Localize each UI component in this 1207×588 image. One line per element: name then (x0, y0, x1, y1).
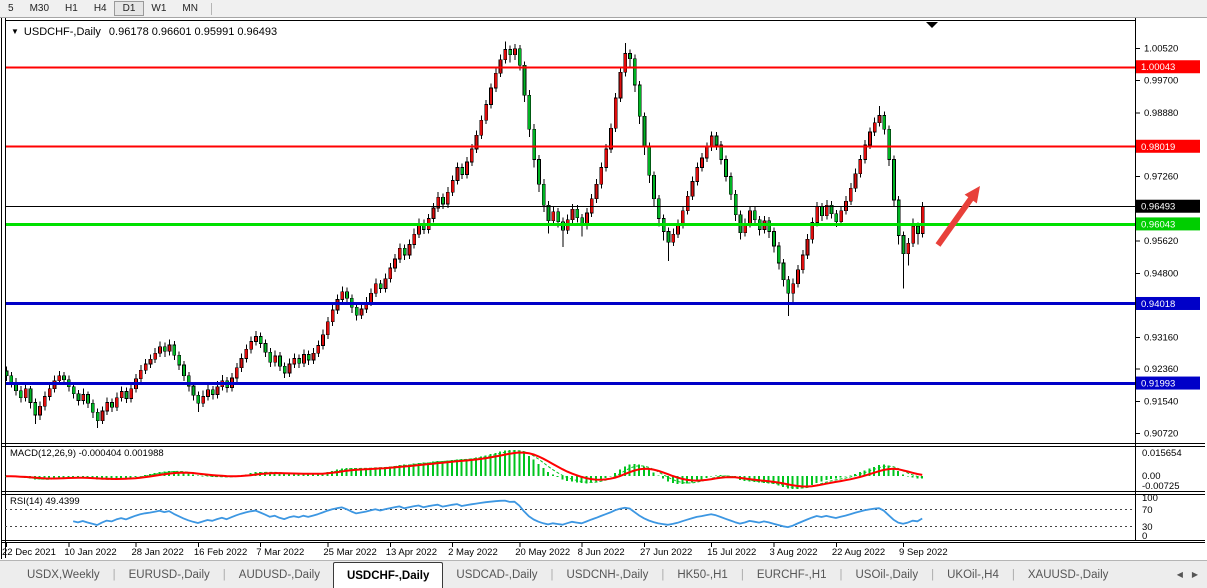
date-axis: 22 Dec 2021 10 Jan 2022 28 Jan 2022 16 Feb … (2, 543, 948, 558)
svg-text:0.96043: 0.96043 (1141, 219, 1175, 230)
tab-usdchf-daily[interactable]: USDCHF-,Daily (333, 562, 443, 588)
horizontal-level-lines (5, 68, 1135, 384)
timeframe-toolbar: 5M30H1H4D1W1MN (0, 0, 1207, 18)
rsi-name: RSI(14) (10, 496, 43, 507)
price-axis: 1.00520 0.99700 0.98880 0.97260 0.95620 0.948… (1136, 44, 1200, 440)
svg-text:10 Jan 2022: 10 Jan 2022 (64, 547, 116, 558)
chart-canvas[interactable]: 1.00520 0.99700 0.98880 0.97260 0.95620 0.948… (0, 0, 1207, 588)
svg-text:0.94018: 0.94018 (1141, 299, 1175, 310)
svg-text:0.97260: 0.97260 (1144, 172, 1178, 183)
rsi-panel (5, 501, 1135, 527)
svg-text:0: 0 (1142, 531, 1147, 542)
svg-text:16 Feb 2022: 16 Feb 2022 (194, 547, 247, 558)
timeframe-button-mn[interactable]: MN (174, 2, 206, 15)
tab-usdx-weekly[interactable]: USDX,Weekly (14, 561, 113, 588)
chart-frame (2, 17, 1206, 559)
rsi-value: 49.4399 (45, 496, 79, 507)
svg-text:0.99700: 0.99700 (1144, 76, 1178, 87)
symbol-dropdown-icon[interactable]: ▼ (11, 27, 19, 36)
timeframe-button-h1[interactable]: H1 (57, 2, 86, 15)
timeframe-button-h4[interactable]: H4 (86, 2, 115, 15)
svg-text:7 Mar 2022: 7 Mar 2022 (256, 547, 304, 558)
svg-text:0.015654: 0.015654 (1142, 448, 1182, 459)
tab-xauusd-daily[interactable]: XAUUSD-,Daily (1015, 561, 1122, 588)
macd-values: -0.000404 0.001988 (79, 448, 164, 459)
svg-text:1.00043: 1.00043 (1141, 62, 1175, 73)
tab-hk50-h1[interactable]: HK50-,H1 (664, 561, 741, 588)
rsi-indicator-label: RSI(14) 49.4399 (10, 496, 80, 507)
svg-text:8 Jun 2022: 8 Jun 2022 (578, 547, 625, 558)
svg-text:0.98019: 0.98019 (1141, 142, 1175, 153)
svg-text:0.91540: 0.91540 (1144, 396, 1178, 407)
timeframe-button-5[interactable]: 5 (0, 2, 22, 15)
tab-audusd-daily[interactable]: AUDUSD-,Daily (226, 561, 333, 588)
tabbar-lead-space (0, 561, 14, 588)
tabbar-scroll-arrows: ◀ ▶ (1177, 561, 1207, 588)
tab-usdcad-daily[interactable]: USDCAD-,Daily (443, 561, 550, 588)
chart-symbol-label: USDCHF-,Daily (24, 26, 101, 38)
svg-text:2 May 2022: 2 May 2022 (448, 547, 498, 558)
terminal-window: 1.00520 0.99700 0.98880 0.97260 0.95620 0.948… (0, 0, 1207, 588)
svg-text:-0.00725: -0.00725 (1142, 481, 1180, 492)
tab-usdcnh-daily[interactable]: USDCNH-,Daily (554, 561, 662, 588)
svg-text:27 Jun 2022: 27 Jun 2022 (640, 547, 692, 558)
svg-text:9 Sep 2022: 9 Sep 2022 (899, 547, 948, 558)
svg-text:20 May 2022: 20 May 2022 (515, 547, 570, 558)
svg-text:22 Aug 2022: 22 Aug 2022 (832, 547, 885, 558)
tab-eurchf-h1[interactable]: EURCHF-,H1 (744, 561, 840, 588)
timeframe-button-d1[interactable]: D1 (115, 2, 144, 15)
chart-ohlc-header: ▼ USDCHF-,Daily 0.96178 0.96601 0.95991 0.… (11, 26, 277, 38)
svg-text:0.91993: 0.91993 (1141, 379, 1175, 390)
tabs-holder: USDX,Weekly|EURUSD-,Daily|AUDUSD-,DailyU… (14, 561, 1121, 588)
chart-ohlc-values: 0.96178 0.96601 0.95991 0.96493 (109, 26, 277, 38)
macd-axis: 0.0156540.00-0.00725 (1142, 448, 1182, 492)
svg-text:0.93160: 0.93160 (1144, 333, 1178, 344)
rsi-axis: 10070300 (1142, 493, 1158, 542)
tab-eurusd-daily[interactable]: EURUSD-,Daily (116, 561, 223, 588)
tab-ukoil-h4[interactable]: UKOil-,H4 (934, 561, 1012, 588)
timeframe-button-w1[interactable]: W1 (143, 2, 174, 15)
toolbar-separator (211, 3, 212, 15)
svg-text:0.96493: 0.96493 (1141, 202, 1175, 213)
tabs-scroll-left-icon[interactable]: ◀ (1177, 570, 1183, 579)
trend-arrow-annotation[interactable] (938, 186, 980, 245)
svg-text:0.90720: 0.90720 (1144, 429, 1178, 440)
svg-text:28 Jan 2022: 28 Jan 2022 (132, 547, 184, 558)
svg-text:1.00520: 1.00520 (1144, 44, 1178, 55)
tab-usoil-daily[interactable]: USOil-,Daily (842, 561, 931, 588)
svg-text:15 Jul 2022: 15 Jul 2022 (707, 547, 756, 558)
tabs-scroll-right-icon[interactable]: ▶ (1192, 570, 1198, 579)
svg-text:13 Apr 2022: 13 Apr 2022 (386, 547, 437, 558)
svg-text:0.92360: 0.92360 (1144, 364, 1178, 375)
period-marker-icon (926, 22, 938, 28)
svg-text:0.95620: 0.95620 (1144, 236, 1178, 247)
symbol-tabbar: USDX,Weekly|EURUSD-,Daily|AUDUSD-,DailyU… (0, 560, 1207, 588)
svg-text:22 Dec 2021: 22 Dec 2021 (2, 547, 56, 558)
svg-text:0.94800: 0.94800 (1144, 268, 1178, 279)
svg-text:70: 70 (1142, 505, 1153, 516)
svg-text:100: 100 (1142, 493, 1158, 504)
svg-text:25 Mar 2022: 25 Mar 2022 (323, 547, 376, 558)
candlestick-series (5, 42, 924, 428)
macd-name: MACD(12,26,9) (10, 448, 76, 459)
timeframe-button-m30[interactable]: M30 (22, 2, 57, 15)
svg-text:3 Aug 2022: 3 Aug 2022 (770, 547, 818, 558)
macd-indicator-label: MACD(12,26,9) -0.000404 0.001988 (10, 448, 164, 459)
svg-text:0.98880: 0.98880 (1144, 108, 1178, 119)
